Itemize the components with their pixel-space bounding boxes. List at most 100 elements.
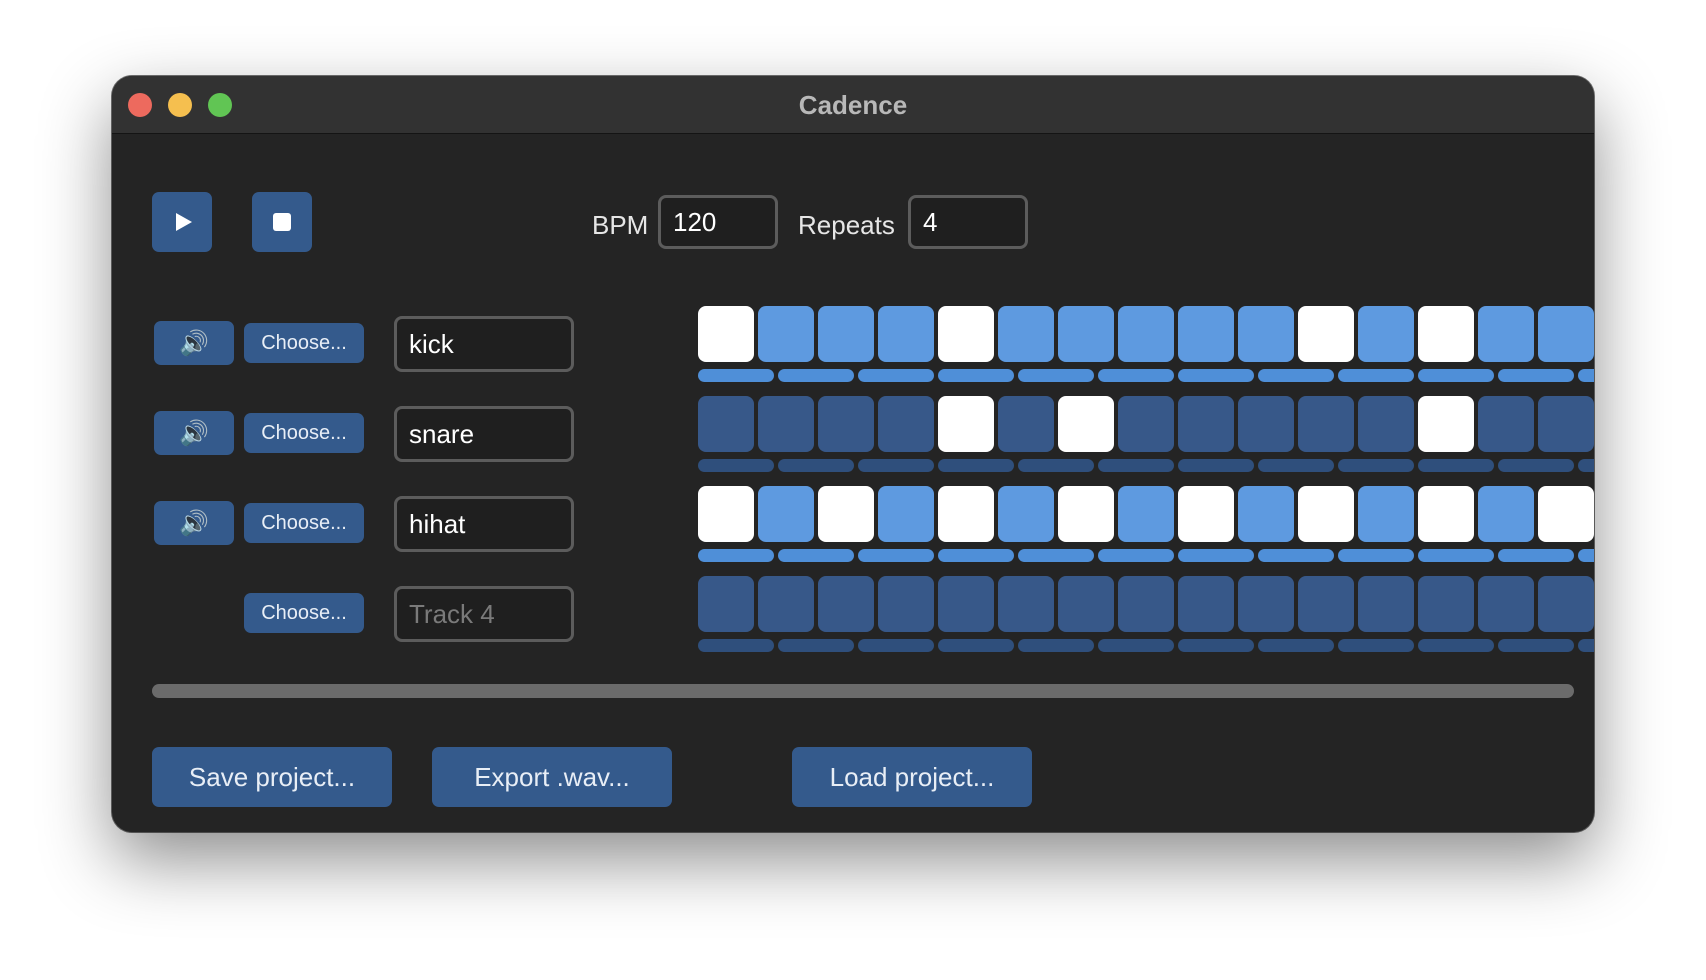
velocity-bar[interactable] bbox=[1338, 459, 1414, 472]
step-cell[interactable] bbox=[1118, 576, 1174, 632]
step-cell[interactable] bbox=[698, 576, 754, 632]
step-cell[interactable] bbox=[1058, 486, 1114, 542]
step-cell[interactable] bbox=[818, 576, 874, 632]
velocity-bar[interactable] bbox=[1418, 369, 1494, 382]
velocity-bar[interactable] bbox=[778, 639, 854, 652]
step-cell[interactable] bbox=[1358, 576, 1414, 632]
velocity-bar[interactable] bbox=[858, 549, 934, 562]
step-cell[interactable] bbox=[938, 396, 994, 452]
velocity-bar[interactable] bbox=[938, 459, 1014, 472]
velocity-bar[interactable] bbox=[1338, 639, 1414, 652]
step-cell[interactable] bbox=[1298, 306, 1354, 362]
velocity-bar[interactable] bbox=[1578, 639, 1594, 652]
step-cell[interactable] bbox=[938, 486, 994, 542]
step-cell[interactable] bbox=[1178, 486, 1234, 542]
step-cell[interactable] bbox=[938, 576, 994, 632]
step-cell[interactable] bbox=[1478, 306, 1534, 362]
track-name-input[interactable]: Track 4 bbox=[394, 586, 574, 642]
step-cell[interactable] bbox=[998, 306, 1054, 362]
velocity-bar[interactable] bbox=[858, 459, 934, 472]
velocity-bar[interactable] bbox=[1498, 639, 1574, 652]
save-project-button[interactable]: Save project... bbox=[152, 747, 392, 807]
step-cell[interactable] bbox=[1538, 486, 1594, 542]
velocity-bar[interactable] bbox=[858, 369, 934, 382]
step-cell[interactable] bbox=[878, 576, 934, 632]
velocity-bar[interactable] bbox=[1338, 549, 1414, 562]
velocity-bar[interactable] bbox=[778, 549, 854, 562]
load-project-button[interactable]: Load project... bbox=[792, 747, 1032, 807]
velocity-bar[interactable] bbox=[1178, 369, 1254, 382]
step-cell[interactable] bbox=[1178, 576, 1234, 632]
step-cell[interactable] bbox=[1418, 306, 1474, 362]
velocity-bar[interactable] bbox=[778, 369, 854, 382]
step-cell[interactable] bbox=[758, 576, 814, 632]
velocity-bar[interactable] bbox=[698, 459, 774, 472]
step-cell[interactable] bbox=[1118, 306, 1174, 362]
mute-button[interactable]: 🔊 bbox=[154, 501, 234, 545]
step-cell[interactable] bbox=[758, 486, 814, 542]
step-cell[interactable] bbox=[1298, 396, 1354, 452]
step-cell[interactable] bbox=[1178, 396, 1234, 452]
velocity-bar[interactable] bbox=[1098, 639, 1174, 652]
step-cell[interactable] bbox=[1538, 576, 1594, 632]
velocity-bar[interactable] bbox=[1338, 369, 1414, 382]
step-cell[interactable] bbox=[1058, 576, 1114, 632]
velocity-bar[interactable] bbox=[1018, 639, 1094, 652]
step-cell[interactable] bbox=[1298, 486, 1354, 542]
mute-button[interactable]: 🔊 bbox=[154, 411, 234, 455]
velocity-bar[interactable] bbox=[938, 369, 1014, 382]
step-cell[interactable] bbox=[938, 306, 994, 362]
mute-button[interactable]: 🔊 bbox=[154, 321, 234, 365]
horizontal-scrollbar[interactable] bbox=[152, 684, 1574, 698]
step-cell[interactable] bbox=[1118, 396, 1174, 452]
velocity-bar[interactable] bbox=[1418, 549, 1494, 562]
velocity-bar[interactable] bbox=[1418, 639, 1494, 652]
step-cell[interactable] bbox=[998, 576, 1054, 632]
step-cell[interactable] bbox=[818, 306, 874, 362]
step-cell[interactable] bbox=[1478, 486, 1534, 542]
step-cell[interactable] bbox=[698, 396, 754, 452]
velocity-bar[interactable] bbox=[1018, 549, 1094, 562]
velocity-bar[interactable] bbox=[1258, 369, 1334, 382]
step-cell[interactable] bbox=[1238, 576, 1294, 632]
step-cell[interactable] bbox=[1178, 306, 1234, 362]
track-name-input[interactable]: snare bbox=[394, 406, 574, 462]
velocity-bar[interactable] bbox=[1498, 459, 1574, 472]
choose-sample-button[interactable]: Choose... bbox=[244, 593, 364, 633]
step-cell[interactable] bbox=[1418, 396, 1474, 452]
step-cell[interactable] bbox=[1358, 486, 1414, 542]
velocity-bar[interactable] bbox=[1098, 549, 1174, 562]
step-cell[interactable] bbox=[1478, 576, 1534, 632]
velocity-bar[interactable] bbox=[698, 549, 774, 562]
velocity-bar[interactable] bbox=[938, 639, 1014, 652]
step-cell[interactable] bbox=[1418, 486, 1474, 542]
step-cell[interactable] bbox=[758, 306, 814, 362]
step-cell[interactable] bbox=[1238, 486, 1294, 542]
velocity-bar[interactable] bbox=[1578, 369, 1594, 382]
step-cell[interactable] bbox=[1418, 576, 1474, 632]
velocity-bar[interactable] bbox=[1418, 459, 1494, 472]
velocity-bar[interactable] bbox=[1018, 369, 1094, 382]
step-cell[interactable] bbox=[1538, 306, 1594, 362]
step-cell[interactable] bbox=[1298, 576, 1354, 632]
velocity-bar[interactable] bbox=[1258, 459, 1334, 472]
step-cell[interactable] bbox=[878, 306, 934, 362]
velocity-bar[interactable] bbox=[698, 639, 774, 652]
step-cell[interactable] bbox=[1118, 486, 1174, 542]
play-button[interactable] bbox=[152, 192, 212, 252]
step-cell[interactable] bbox=[1478, 396, 1534, 452]
step-cell[interactable] bbox=[818, 486, 874, 542]
velocity-bar[interactable] bbox=[1258, 549, 1334, 562]
step-cell[interactable] bbox=[1238, 396, 1294, 452]
track-name-input[interactable]: hihat bbox=[394, 496, 574, 552]
velocity-bar[interactable] bbox=[1578, 549, 1594, 562]
velocity-bar[interactable] bbox=[1178, 459, 1254, 472]
step-cell[interactable] bbox=[698, 486, 754, 542]
step-cell[interactable] bbox=[758, 396, 814, 452]
step-cell[interactable] bbox=[1058, 396, 1114, 452]
velocity-bar[interactable] bbox=[938, 549, 1014, 562]
track-name-input[interactable]: kick bbox=[394, 316, 574, 372]
bpm-input[interactable]: 120 bbox=[658, 195, 778, 249]
step-cell[interactable] bbox=[998, 486, 1054, 542]
velocity-bar[interactable] bbox=[1498, 549, 1574, 562]
